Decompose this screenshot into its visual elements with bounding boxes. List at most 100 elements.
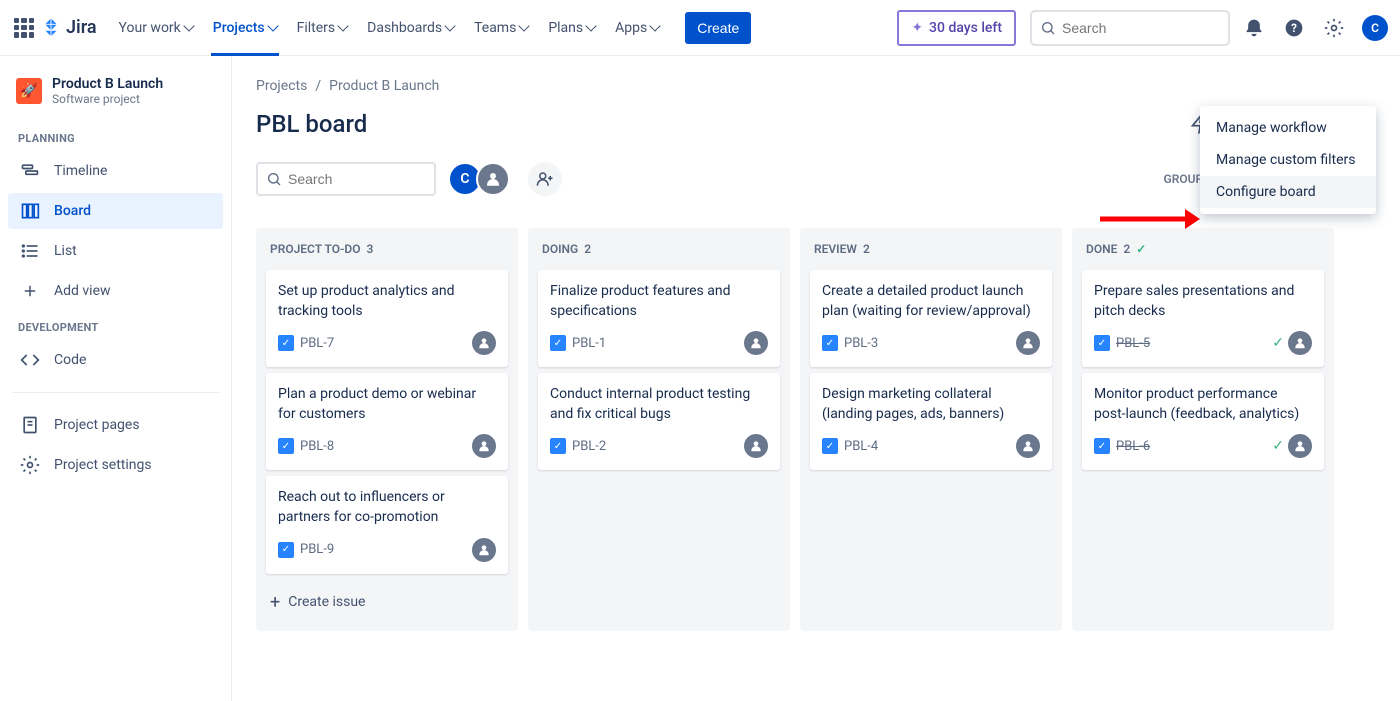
nav-item-plans[interactable]: Plans (538, 12, 605, 44)
help-icon[interactable]: ? (1278, 12, 1310, 44)
plus-icon (20, 281, 40, 301)
assignee-avatar[interactable] (472, 538, 496, 562)
trial-label: 30 days left (929, 20, 1002, 36)
nav-item-filters[interactable]: Filters (287, 12, 358, 44)
card-key[interactable]: ✓PBL-4 (822, 438, 878, 454)
notifications-icon[interactable] (1238, 12, 1270, 44)
menu-manage-workflow[interactable]: Manage workflow (1200, 112, 1376, 144)
card-key[interactable]: ✓PBL-3 (822, 335, 878, 351)
board-search-input[interactable] (288, 171, 426, 187)
nav-item-projects[interactable]: Projects (203, 12, 287, 44)
sidebar-item-project-settings[interactable]: Project settings (8, 447, 223, 483)
assignee-avatar[interactable] (744, 331, 768, 355)
nav-item-label: Teams (474, 20, 516, 36)
card-key[interactable]: ✓PBL-8 (278, 438, 334, 454)
sidebar-item-code[interactable]: Code (8, 342, 223, 378)
sidebar-settings-label: Project settings (54, 457, 152, 473)
column-header[interactable]: PROJECT TO-DO3 (266, 238, 508, 264)
column-header[interactable]: REVIEW2 (810, 238, 1052, 264)
column-doing: DOING2 Finalize product features and spec… (528, 228, 790, 631)
assignee-avatar[interactable] (1288, 331, 1312, 355)
create-issue-button[interactable]: +Create issue (266, 584, 508, 621)
issue-card[interactable]: Conduct internal product testing and fix… (538, 373, 780, 470)
issue-card[interactable]: Design marketing collateral (landing pag… (810, 373, 1052, 470)
card-key[interactable]: ✓PBL-5 (1094, 335, 1150, 351)
card-title: Monitor product performance post-launch … (1094, 385, 1312, 424)
sidebar-item-add-view[interactable]: Add view (8, 273, 223, 309)
sidebar-item-board[interactable]: Board (8, 193, 223, 229)
assignee-avatar[interactable] (1288, 434, 1312, 458)
nav-item-label: Apps (615, 20, 647, 36)
nav-item-apps[interactable]: Apps (605, 12, 669, 44)
settings-icon[interactable] (1318, 12, 1350, 44)
issue-card[interactable]: Prepare sales presentations and pitch de… (1082, 270, 1324, 367)
global-search[interactable] (1030, 10, 1230, 46)
assignee-avatar[interactable] (472, 434, 496, 458)
sidebar-code-label: Code (54, 352, 86, 368)
sidebar-list-label: List (54, 243, 77, 259)
sidebar-pages-label: Project pages (54, 417, 140, 433)
card-footer: ✓PBL-6✓ (1094, 434, 1312, 458)
menu-configure-board[interactable]: Configure board (1200, 176, 1376, 208)
global-search-input[interactable] (1062, 20, 1220, 36)
assignee-avatar[interactable] (472, 331, 496, 355)
issue-card[interactable]: Create a detailed product launch plan (w… (810, 270, 1052, 367)
assignee-avatar[interactable] (1016, 331, 1040, 355)
card-key[interactable]: ✓PBL-2 (550, 438, 606, 454)
search-icon (266, 171, 282, 187)
issue-card[interactable]: Reach out to influencers or partners for… (266, 476, 508, 573)
menu-manage-custom-filters[interactable]: Manage custom filters (1200, 144, 1376, 176)
column-count: 3 (366, 242, 373, 256)
assignee-avatar[interactable] (1016, 434, 1040, 458)
board-icon (20, 201, 40, 221)
trial-days-button[interactable]: ✦ 30 days left (897, 10, 1016, 46)
sidebar-item-project-pages[interactable]: Project pages (8, 407, 223, 443)
issue-card[interactable]: Plan a product demo or webinar for custo… (266, 373, 508, 470)
board-more-menu: Manage workflow Manage custom filters Co… (1200, 106, 1376, 214)
breadcrumb-current[interactable]: Product B Launch (329, 78, 439, 94)
development-section-label: DEVELOPMENT (8, 313, 223, 338)
card-title: Reach out to influencers or partners for… (278, 488, 496, 527)
done-check-icon: ✓ (1272, 335, 1284, 351)
issue-type-icon: ✓ (278, 542, 294, 558)
nav-item-your-work[interactable]: Your work (109, 12, 203, 44)
card-key[interactable]: ✓PBL-7 (278, 335, 334, 351)
issue-card[interactable]: Monitor product performance post-launch … (1082, 373, 1324, 470)
issue-key: PBL-7 (300, 336, 334, 351)
chevron-down-icon (267, 20, 278, 31)
app-switcher-icon[interactable] (12, 16, 36, 40)
card-title: Create a detailed product launch plan (w… (822, 282, 1040, 321)
annotation-arrow (1100, 204, 1200, 234)
issue-key: PBL-1 (572, 336, 606, 351)
nav-item-teams[interactable]: Teams (464, 12, 538, 44)
card-key[interactable]: ✓PBL-6 (1094, 438, 1150, 454)
board-search[interactable] (256, 162, 436, 196)
issue-key: PBL-4 (844, 439, 878, 454)
project-header[interactable]: 🚀 Product B Launch Software project (8, 76, 223, 120)
issue-card[interactable]: Finalize product features and specificat… (538, 270, 780, 367)
assignee-avatar[interactable] (744, 434, 768, 458)
sidebar-item-timeline[interactable]: Timeline (8, 153, 223, 189)
card-footer: ✓PBL-5 ✓ (1094, 331, 1312, 355)
timeline-icon (20, 161, 40, 181)
card-key[interactable]: ✓PBL-9 (278, 542, 334, 558)
assignee-avatar-unassigned[interactable] (476, 162, 510, 196)
issue-card[interactable]: Set up product analytics and tracking to… (266, 270, 508, 367)
add-people-button[interactable] (528, 162, 562, 196)
plus-icon: + (270, 592, 280, 613)
nav-item-dashboards[interactable]: Dashboards (357, 12, 464, 44)
jira-logo[interactable]: Jira (40, 17, 97, 39)
sidebar-item-list[interactable]: List (8, 233, 223, 269)
done-check-icon: ✓ (1136, 242, 1146, 256)
card-key[interactable]: ✓PBL-1 (550, 335, 606, 351)
column-header[interactable]: DOING2 (538, 238, 780, 264)
user-avatar[interactable]: C (1362, 15, 1388, 41)
column-header[interactable]: DONE2✓ (1082, 238, 1324, 264)
svg-text:?: ? (1291, 21, 1297, 35)
column-count: 2 (584, 242, 591, 256)
create-button[interactable]: Create (685, 12, 751, 44)
issue-type-icon: ✓ (1094, 438, 1110, 454)
project-icon: 🚀 (16, 78, 42, 104)
breadcrumb-projects[interactable]: Projects (256, 78, 307, 94)
column-count: 2 (863, 242, 870, 256)
